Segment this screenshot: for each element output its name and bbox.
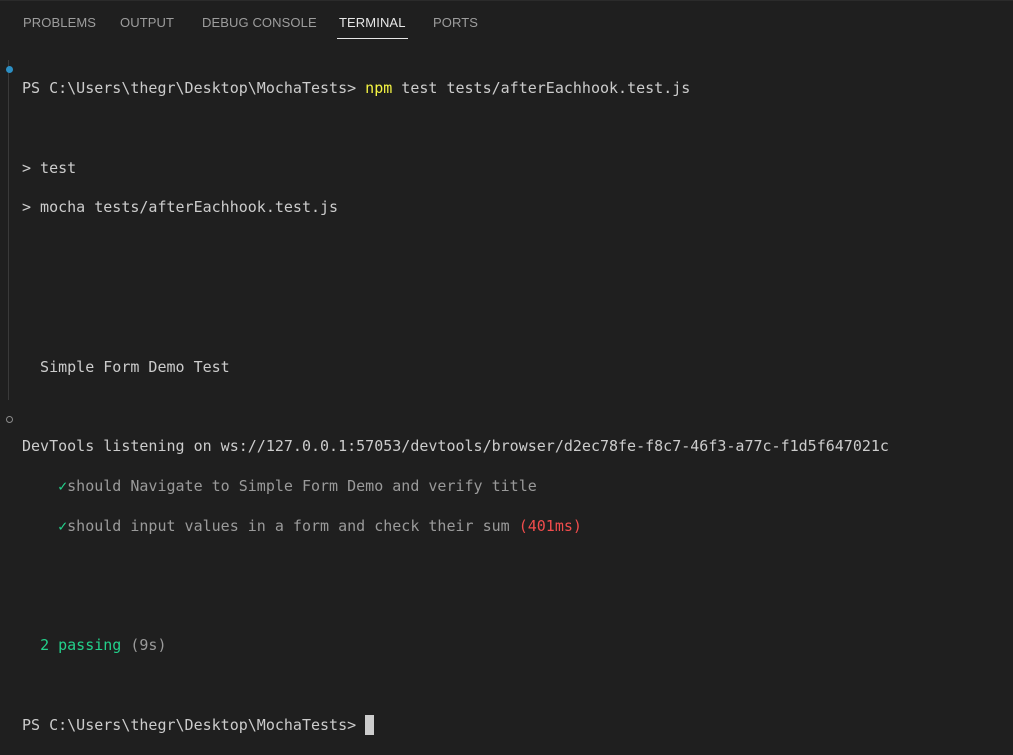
tab-terminal[interactable]: TERMINAL — [337, 15, 408, 39]
tab-ports[interactable]: PORTS — [433, 15, 478, 30]
suite-title: Simple Form Demo Test — [22, 357, 230, 376]
tab-problems[interactable]: PROBLEMS — [23, 15, 96, 30]
current-prompt-line: PS C:\Users\thegr\Desktop\MochaTests> — [22, 715, 889, 737]
panel-tabs: PROBLEMS OUTPUT DEBUG CONSOLE TERMINAL P… — [0, 0, 1013, 45]
cursor — [365, 715, 375, 736]
output-line: > test — [22, 158, 77, 177]
tab-output[interactable]: OUTPUT — [120, 15, 174, 30]
test-result: ✓should Navigate to Simple Form Demo and… — [22, 476, 889, 498]
check-icon: ✓ — [58, 476, 68, 495]
test-name: should input values in a form and check … — [67, 516, 510, 535]
command-pending-decoration-icon[interactable] — [6, 416, 13, 423]
total-duration: (9s) — [130, 636, 167, 655]
output-line: > mocha tests/afterEachhook.test.js — [22, 198, 339, 217]
command-gutter — [8, 60, 9, 400]
summary-line: 2 passing (9s) — [22, 635, 889, 657]
devtools-line: DevTools listening on ws://127.0.0.1:570… — [22, 437, 889, 456]
test-name: should Navigate to Simple Form Demo and … — [67, 476, 537, 495]
check-icon: ✓ — [58, 516, 68, 535]
prompt: PS C:\Users\thegr\Desktop\MochaTests> — [22, 79, 366, 97]
test-result: ✓should input values in a form and check… — [22, 516, 889, 538]
tab-debug-console[interactable]: DEBUG CONSOLE — [202, 15, 317, 30]
command-npm: npm — [365, 79, 393, 97]
terminal-output[interactable]: PS C:\Users\thegr\Desktop\MochaTests> np… — [22, 60, 889, 755]
command-line: PS C:\Users\thegr\Desktop\MochaTests> np… — [22, 78, 889, 100]
command-success-decoration-icon[interactable] — [6, 66, 13, 73]
passing-count: 2 passing — [40, 636, 122, 655]
command-args: test tests/afterEachhook.test.js — [392, 79, 691, 97]
test-duration: (401ms) — [518, 516, 582, 535]
prompt: PS C:\Users\thegr\Desktop\MochaTests> — [22, 715, 366, 734]
